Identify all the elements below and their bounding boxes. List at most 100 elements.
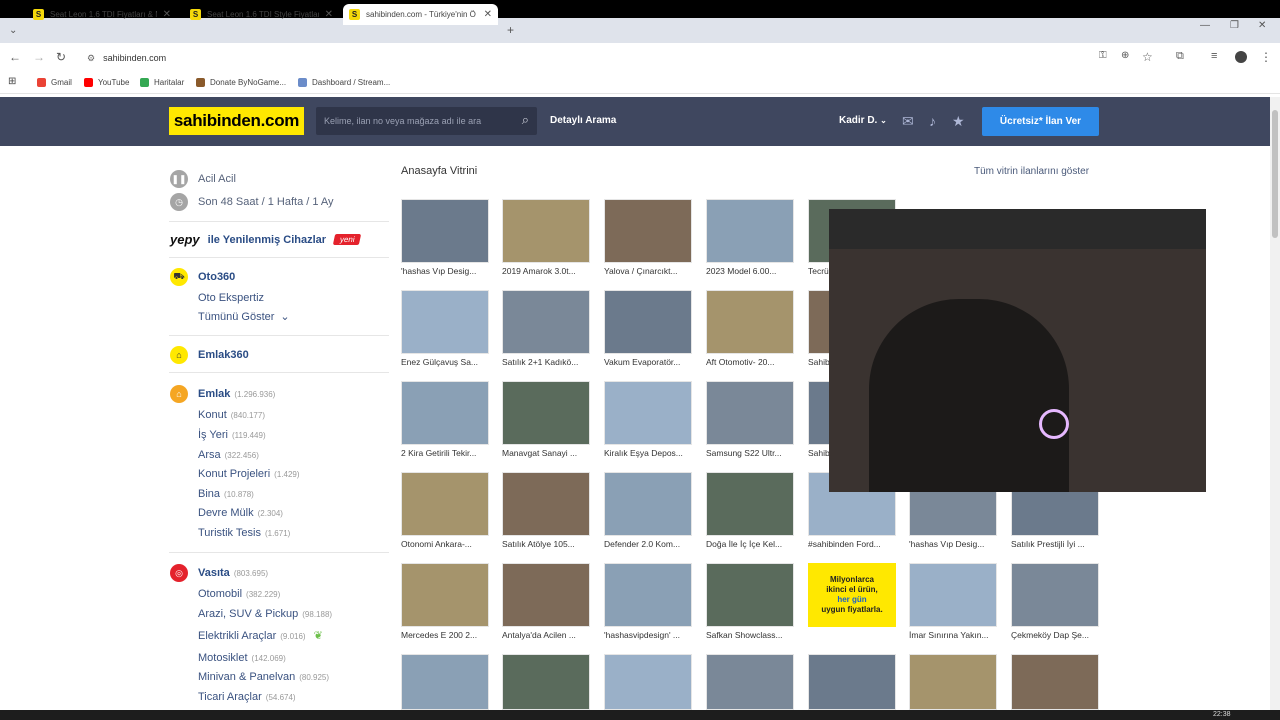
yepy-link[interactable]: yepy ile Yenilenmiş Cihazlar yeni <box>170 232 361 247</box>
tab-3-active[interactable]: S sahibinden.com - Türkiye'nin Ö ✕ <box>343 4 498 25</box>
listing-caption[interactable]: Doğa İle İç İçe Kel... <box>706 539 794 551</box>
listing-thumbnail[interactable] <box>604 381 692 445</box>
listing-card[interactable]: Kiralık Eşya Depos... <box>604 381 692 460</box>
bookmark-donate[interactable]: Donate ByNoGame... <box>196 78 286 87</box>
profile-avatar[interactable] <box>1235 51 1247 63</box>
listing-thumbnail[interactable] <box>706 472 794 536</box>
listing-card[interactable]: Safkan Showclass... <box>706 563 794 642</box>
notifications-bell-icon[interactable]: ♪ <box>929 113 936 129</box>
category-emlak[interactable]: ⌂ Emlak (1.296.936) <box>170 385 275 403</box>
listing-caption[interactable]: İmar Sınırına Yakın... <box>909 630 997 642</box>
listing-card[interactable]: İmar Sınırına Yakın... <box>909 563 997 642</box>
sub-arsa[interactable]: Arsa (322.456) <box>198 449 259 461</box>
bookmark-maps[interactable]: Haritalar <box>140 78 184 87</box>
listing-caption[interactable]: Safkan Showclass... <box>706 630 794 642</box>
listing-card[interactable]: Antalya'da Acilen ... <box>502 563 590 642</box>
listing-caption[interactable]: 2023 Model 6.00... <box>706 266 794 278</box>
listing-thumbnail[interactable] <box>604 654 692 710</box>
showcase-show-all-link[interactable]: Tüm vitrin ilanlarını göster <box>974 166 1089 177</box>
zoom-icon[interactable]: ⊕ <box>1121 50 1129 61</box>
oto360-link[interactable]: ⛟ Oto360 <box>170 268 235 286</box>
listing-card[interactable]: Vakum Evaporatör... <box>604 290 692 369</box>
listing-caption[interactable]: Mercedes E 200 2... <box>401 630 489 642</box>
listing-thumbnail[interactable] <box>706 290 794 354</box>
sub-konut[interactable]: Konut (840.177) <box>198 409 265 421</box>
show-all-link[interactable]: Tümünü Göster ⌄ <box>198 310 290 323</box>
forward-icon[interactable]: → <box>33 50 45 64</box>
listing-thumbnail[interactable] <box>401 472 489 536</box>
listing-thumbnail[interactable] <box>1011 563 1099 627</box>
listing-thumbnail[interactable] <box>808 654 896 710</box>
listing-caption[interactable]: Kiralık Eşya Depos... <box>604 448 692 460</box>
bookmark-gmail[interactable]: Gmail <box>37 78 72 87</box>
listing-caption[interactable]: 2 Kira Getirili Tekir... <box>401 448 489 460</box>
detailed-search-link[interactable]: Detaylı Arama <box>550 115 616 126</box>
back-icon[interactable]: ← <box>9 50 21 64</box>
listing-thumbnail[interactable] <box>604 563 692 627</box>
listing-caption[interactable]: Satılık Atölye 105... <box>502 539 590 551</box>
sub-arazi-suv[interactable]: Arazi, SUV & Pickup (98.188) <box>198 608 332 620</box>
window-close-icon[interactable]: ✕ <box>1258 20 1266 31</box>
messages-icon[interactable]: ✉ <box>902 113 914 130</box>
listing-card[interactable]: Doğa İle İç İçe Kel... <box>706 472 794 551</box>
listing-caption[interactable]: Samsung S22 Ultr... <box>706 448 794 460</box>
listing-thumbnail[interactable] <box>502 654 590 710</box>
listing-card[interactable] <box>909 654 997 710</box>
bookmark-star-icon[interactable]: ☆ <box>1142 50 1153 64</box>
listing-thumbnail[interactable] <box>706 654 794 710</box>
listing-thumbnail[interactable] <box>401 290 489 354</box>
favorites-star-icon[interactable]: ★ <box>952 113 965 130</box>
listing-thumbnail[interactable] <box>706 381 794 445</box>
listing-caption[interactable]: Enez Gülçavuş Sa... <box>401 357 489 369</box>
listing-thumbnail[interactable] <box>502 290 590 354</box>
minimize-icon[interactable]: — <box>1200 20 1210 31</box>
listing-caption[interactable]: Antalya'da Acilen ... <box>502 630 590 642</box>
listing-thumbnail[interactable] <box>502 472 590 536</box>
sub-ticari[interactable]: Ticari Araçlar (54.674) <box>198 691 296 703</box>
key-icon[interactable]: ⚿ <box>1099 50 1107 61</box>
listing-card[interactable]: Aft Otomotiv- 20... <box>706 290 794 369</box>
listing-card[interactable]: 2 Kira Getirili Tekir... <box>401 381 489 460</box>
listing-caption[interactable]: 2019 Amarok 3.0t... <box>502 266 590 278</box>
listing-caption[interactable]: Satılık Prestijli İyi ... <box>1011 539 1099 551</box>
listing-caption[interactable]: Satılık 2+1 Kadıkö... <box>502 357 590 369</box>
listing-caption[interactable]: 'hashas Vıp Desig... <box>909 539 997 551</box>
listing-thumbnail[interactable] <box>909 563 997 627</box>
emlak360-link[interactable]: ⌂ Emlak360 <box>170 346 249 364</box>
listing-card[interactable]: Mercedes E 200 2... <box>401 563 489 642</box>
listing-card[interactable]: 'hashas Vıp Desig... <box>401 199 489 278</box>
listing-card[interactable]: Yalova / Çınarcıkt... <box>604 199 692 278</box>
listing-card[interactable] <box>1011 654 1099 710</box>
listing-card[interactable]: 2019 Amarok 3.0t... <box>502 199 590 278</box>
listing-thumbnail[interactable] <box>909 654 997 710</box>
close-icon[interactable]: ✕ <box>325 9 333 20</box>
listing-card[interactable]: Otonomi Ankara-... <box>401 472 489 551</box>
listing-card[interactable]: 'hashasvipdesign' ... <box>604 563 692 642</box>
new-tab-button[interactable]: + <box>507 23 514 37</box>
sub-devre-mulk[interactable]: Devre Mülk (2.304) <box>198 507 283 519</box>
listing-thumbnail[interactable] <box>706 563 794 627</box>
tab-2[interactable]: S Seat Leon 1.6 TDI Style Fiyatları ✕ <box>184 4 339 25</box>
listing-caption[interactable]: Otonomi Ankara-... <box>401 539 489 551</box>
oto-ekspertiz-link[interactable]: Oto Ekspertiz <box>198 292 264 304</box>
search-icon[interactable]: ⌕ <box>522 112 529 128</box>
sub-otomobil[interactable]: Otomobil (382.229) <box>198 588 280 600</box>
sub-bina[interactable]: Bina (10.878) <box>198 488 254 500</box>
listing-caption[interactable]: Vakum Evaporatör... <box>604 357 692 369</box>
site-logo[interactable]: sahibinden.com <box>169 107 304 135</box>
sub-konut-projeleri[interactable]: Konut Projeleri (1.429) <box>198 468 300 480</box>
listing-thumbnail[interactable] <box>401 381 489 445</box>
listing-caption[interactable]: 'hashasvipdesign' ... <box>604 630 692 642</box>
sub-turistik-tesis[interactable]: Turistik Tesis (1.671) <box>198 527 290 539</box>
scrollbar-thumb[interactable] <box>1272 110 1278 238</box>
reload-icon[interactable]: ↻ <box>56 50 66 64</box>
listing-thumbnail[interactable] <box>401 199 489 263</box>
listing-card[interactable]: Satılık Atölye 105... <box>502 472 590 551</box>
listing-card[interactable] <box>502 654 590 710</box>
post-ad-button[interactable]: Ücretsiz* İlan Ver <box>982 107 1099 136</box>
listing-card[interactable]: Manavgat Sanayi ... <box>502 381 590 460</box>
tab-1[interactable]: S Seat Leon 1.6 TDI Fiyatları & M ✕ <box>27 4 177 25</box>
listing-card[interactable]: Samsung S22 Ultr... <box>706 381 794 460</box>
user-menu[interactable]: Kadir D. ⌄ <box>839 115 887 126</box>
category-vasita[interactable]: ◎ Vasıta (803.695) <box>170 564 268 582</box>
